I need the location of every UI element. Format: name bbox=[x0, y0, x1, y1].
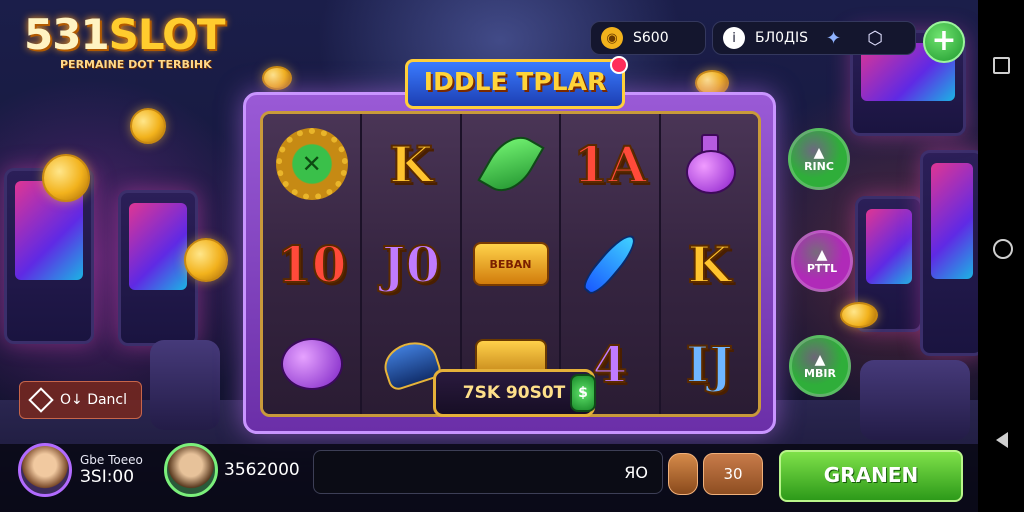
reel-5: K IJ bbox=[660, 114, 758, 414]
orb-icon bbox=[280, 338, 343, 390]
game-logo: 531SLOT PERMAINE DOT TERBIHK bbox=[24, 10, 226, 72]
star-gem-icon[interactable]: ✦ bbox=[826, 28, 841, 49]
player-card-2[interactable]: 3562000 bbox=[164, 443, 300, 497]
home-icon[interactable] bbox=[993, 239, 1013, 259]
logo-title: 531SLOT bbox=[24, 10, 226, 59]
add-coins-button[interactable]: + bbox=[923, 21, 965, 63]
reel-symbol: J0 bbox=[369, 222, 453, 306]
card-symbol: 4 bbox=[592, 334, 629, 395]
reel-symbol: BEBAN bbox=[469, 222, 553, 306]
bet-amount[interactable]: 30 bbox=[703, 453, 763, 495]
notification-badge bbox=[610, 56, 628, 74]
chip-toggle[interactable] bbox=[668, 453, 698, 495]
money-bag-icon: $ bbox=[570, 374, 596, 412]
reel-symbol: 10 bbox=[270, 222, 354, 306]
logo-subtitle: PERMAINE DOT TERBIHK bbox=[60, 58, 212, 71]
game-title: IDDLE TPLAR bbox=[423, 67, 607, 96]
card-symbol: 1A bbox=[572, 134, 648, 195]
win-value: 7SK 90S0T bbox=[462, 383, 566, 403]
coin-balance[interactable]: ◉ S600 bbox=[590, 21, 706, 55]
player-amount: ЗSI:00 bbox=[80, 467, 135, 487]
back-icon[interactable] bbox=[996, 432, 1008, 448]
avatar bbox=[18, 443, 72, 497]
reel-symbol: K bbox=[667, 222, 751, 306]
arrow-up-icon: ▲ bbox=[814, 351, 826, 368]
recents-icon[interactable] bbox=[993, 57, 1010, 74]
reel-symbol: ✕ bbox=[270, 122, 354, 206]
bet-field[interactable]: ЯO bbox=[313, 450, 663, 494]
player-card-1[interactable]: Gbe Toeeo ЗSI:00 bbox=[18, 443, 143, 497]
coin-icon bbox=[262, 66, 292, 90]
arcade-cabinet-right-2 bbox=[920, 150, 978, 356]
coin-icon bbox=[184, 238, 228, 282]
reel-symbol bbox=[667, 122, 751, 206]
card-symbol: 10 bbox=[276, 234, 348, 295]
info-icon: i bbox=[723, 27, 745, 49]
chair-left bbox=[150, 340, 220, 430]
potion-icon bbox=[686, 134, 737, 194]
coin-icon bbox=[840, 302, 878, 328]
leaf-icon bbox=[476, 126, 545, 202]
side-button-label: PTTL bbox=[806, 261, 838, 275]
gem-balance[interactable]: i БЛ0ДIS ✦ ⬡ bbox=[712, 21, 916, 55]
side-button-2[interactable]: ▲ PTTL bbox=[791, 230, 853, 292]
coin-icon bbox=[42, 154, 90, 202]
spin-button[interactable]: GRANEN bbox=[779, 450, 963, 502]
card-symbol: IJ bbox=[685, 334, 734, 395]
chair-right bbox=[860, 360, 970, 440]
gear-icon: ✕ bbox=[275, 128, 348, 200]
side-button-3[interactable]: ▲ MBIR bbox=[789, 335, 851, 397]
banner-icon: BEBAN bbox=[472, 242, 549, 286]
diamond-icon bbox=[28, 387, 54, 413]
avatar bbox=[164, 443, 218, 497]
card-symbol: K bbox=[687, 234, 732, 295]
settings-icon[interactable]: ⬡ bbox=[867, 28, 883, 49]
gem-balance-value: БЛ0ДIS bbox=[755, 30, 808, 46]
win-display: 7SK 90S0T $ bbox=[433, 369, 596, 417]
reel-1: ✕ 10 bbox=[263, 114, 363, 414]
side-button-1[interactable]: ▲ RINC bbox=[788, 128, 850, 190]
reel-symbol: IJ bbox=[667, 322, 751, 406]
jackpot-label: O↓ Dancl bbox=[60, 392, 128, 408]
card-symbol: K bbox=[388, 134, 433, 195]
jackpot-button[interactable]: O↓ Dancl bbox=[19, 381, 142, 419]
reel-symbol bbox=[469, 122, 553, 206]
player-name: Gbe Toeeo bbox=[80, 453, 143, 467]
reel-symbol: 1A bbox=[568, 122, 652, 206]
side-button-label: RINC bbox=[804, 159, 834, 173]
reel-symbol bbox=[568, 222, 652, 306]
side-button-label: MBIR bbox=[804, 366, 836, 380]
arrow-up-icon: ▲ bbox=[816, 246, 828, 263]
feather-icon bbox=[578, 229, 642, 299]
coin-icon: ◉ bbox=[601, 27, 623, 49]
game-title-banner: IDDLE TPLAR bbox=[405, 56, 628, 109]
coin-icon bbox=[130, 108, 166, 144]
arrow-up-icon: ▲ bbox=[813, 144, 825, 161]
reel-symbol: K bbox=[369, 122, 453, 206]
card-symbol: J0 bbox=[381, 234, 441, 295]
player-amount: 3562000 bbox=[224, 460, 300, 480]
coin-balance-value: S600 bbox=[633, 30, 669, 46]
reel-symbol bbox=[270, 322, 354, 406]
bet-value: ЯO bbox=[624, 462, 648, 482]
